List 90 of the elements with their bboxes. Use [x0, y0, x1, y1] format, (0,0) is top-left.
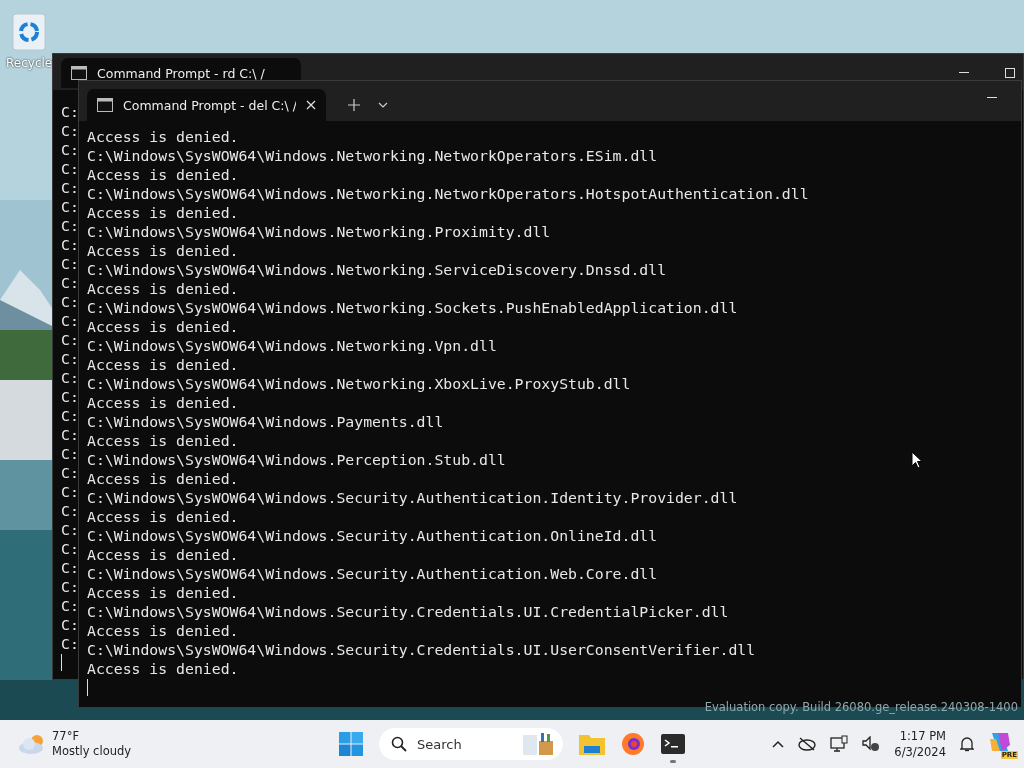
terminal-line: C: [61, 292, 79, 311]
terminal-line: C: [61, 102, 79, 121]
terminal-line: C: [61, 330, 79, 349]
terminal-line: Access is denied. [87, 393, 239, 412]
terminal-line: C: [61, 558, 79, 577]
dropdown-icon[interactable] [378, 102, 388, 108]
terminal-line: C: [61, 349, 79, 368]
terminal-line: C: [61, 254, 79, 273]
search-icon [391, 736, 407, 752]
terminal-line: C: [61, 501, 79, 520]
terminal-line: C: [61, 197, 79, 216]
mouse-pointer-icon [911, 451, 923, 469]
terminal-line: C: [61, 368, 79, 387]
build-info-text: Evaluation copy. Build 26080.ge_release.240308-1400 [704, 700, 1018, 714]
terminal-line: C: [61, 273, 79, 292]
minimize-icon[interactable] [987, 97, 997, 99]
terminal-line: C: [61, 406, 79, 425]
terminal-line: Access is denied. [87, 583, 239, 602]
terminal-line: C:\Windows\SysWOW64\Windows.Security.Authentication.OnlineId.dll [87, 526, 658, 545]
terminal-line: C: [61, 159, 79, 178]
terminal-line: C: [61, 425, 79, 444]
text-cursor [61, 654, 62, 671]
search-field[interactable]: Search [415, 735, 509, 753]
terminal-line: Access is denied. [87, 507, 239, 526]
maximize-icon[interactable] [1005, 68, 1015, 78]
minimize-icon[interactable] [959, 72, 969, 74]
terminal-line: C: [61, 444, 79, 463]
terminal-line: Access is denied. [87, 621, 239, 640]
terminal-line: C: [61, 178, 79, 197]
terminal-line: C: [61, 140, 79, 159]
terminal-line: Access is denied. [87, 431, 239, 450]
tab-title: Command Prompt - rd C:\ / [97, 65, 266, 81]
terminal-line: C: [61, 520, 79, 539]
close-icon[interactable] [306, 100, 316, 110]
terminal-icon[interactable] [661, 734, 685, 754]
terminal-line: C:\Windows\SysWOW64\Windows.Networking.NetworkOperators.ESim.dll [87, 146, 658, 165]
notification-bell-icon[interactable] [960, 736, 974, 752]
terminal-line: Access is denied. [87, 545, 239, 564]
terminal-line: C: [61, 615, 79, 634]
terminal-line: C: [61, 235, 79, 254]
speaker-muted-icon[interactable] [862, 736, 881, 752]
folder-icon[interactable] [579, 733, 605, 755]
clock-date[interactable]: 6/3/2024 [894, 744, 946, 760]
terminal-line: Access is denied. [87, 203, 239, 222]
terminal-line: Access is denied. [87, 165, 239, 184]
terminal-line: C:\Windows\SysWOW64\Windows.Networking.Vpn.dll [87, 336, 497, 355]
terminal-line: Access is denied. [87, 317, 239, 336]
terminal-line: C:\Windows\SysWOW64\Windows.Networking.ServiceDiscovery.Dnssd.dll [87, 260, 667, 279]
terminal-line: Access is denied. [87, 279, 239, 298]
weather-condition-text: Mostly cloudy [52, 744, 132, 759]
network-icon[interactable] [830, 735, 849, 753]
terminal-line: C:\Windows\SysWOW64\Windows.Security.Authentication.Identity.Provider.dll [87, 488, 738, 507]
terminal-line: Access is denied. [87, 469, 239, 488]
terminal-line: C: [61, 311, 79, 330]
clock-time[interactable]: 1:17 PM [899, 728, 946, 744]
tab-title: Command Prompt - del C:\ / [123, 97, 296, 113]
start-icon[interactable] [339, 732, 363, 756]
terminal-line: C:\Windows\SysWOW64\Windows.Security.Authentication.Web.Core.dll [87, 564, 658, 583]
cloud-off-icon[interactable] [798, 737, 817, 751]
terminal-line: Access is denied. [87, 659, 239, 678]
terminal-line: C: [61, 216, 79, 235]
terminal-line: C: [61, 121, 79, 140]
terminal-tab[interactable]: Command Prompt - del C:\ / [87, 89, 326, 121]
terminal-line: C: [61, 463, 79, 482]
browser-icon[interactable] [621, 732, 645, 756]
copilot-icon[interactable] [988, 731, 1012, 753]
chevron-up-icon[interactable] [772, 740, 785, 748]
terminal-line: C: [61, 634, 79, 653]
terminal-line: C: [61, 577, 79, 596]
terminal-line: C:\Windows\SysWOW64\Windows.Networking.Sockets.PushEnabledApplication.dll [87, 298, 738, 317]
terminal-line: C: [61, 539, 79, 558]
terminal-line: C:\Windows\SysWOW64\Windows.Perception.Stub.dll [87, 450, 506, 469]
terminal-line: C:\Windows\SysWOW64\Windows.Security.Credentials.UI.UserConsentVerifier.dll [87, 640, 756, 659]
terminal-line: C: [61, 387, 79, 406]
terminal-line: C:\Windows\SysWOW64\Windows.Security.Credentials.UI.CredentialPicker.dll [87, 602, 729, 621]
terminal-line: C:\Windows\SysWOW64\Windows.Payments.dll [87, 412, 444, 431]
search-bar[interactable]: Search [379, 728, 563, 760]
terminal-line: C: [61, 482, 79, 501]
terminal-line: C: [61, 596, 79, 615]
terminal-line: C:\Windows\SysWOW64\Windows.Networking.Proximity.dll [87, 222, 551, 241]
command-prompt-icon [97, 98, 113, 112]
terminal-line: Access is denied. [87, 355, 239, 374]
terminal-line: C:\Windows\SysWOW64\Windows.Networking.NetworkOperators.HotspotAuthentication.dll [87, 184, 809, 203]
terminal-line: Access is denied. [87, 127, 239, 146]
temperature-text: 77°F [52, 729, 80, 744]
terminal-line: C:\Windows\SysWOW64\Windows.Networking.XboxLive.ProxyStub.dll [87, 374, 631, 393]
text-cursor [87, 679, 88, 696]
running-indicator [670, 760, 676, 763]
new-tab-icon[interactable] [348, 99, 360, 111]
terminal-line: Access is denied. [87, 241, 239, 260]
